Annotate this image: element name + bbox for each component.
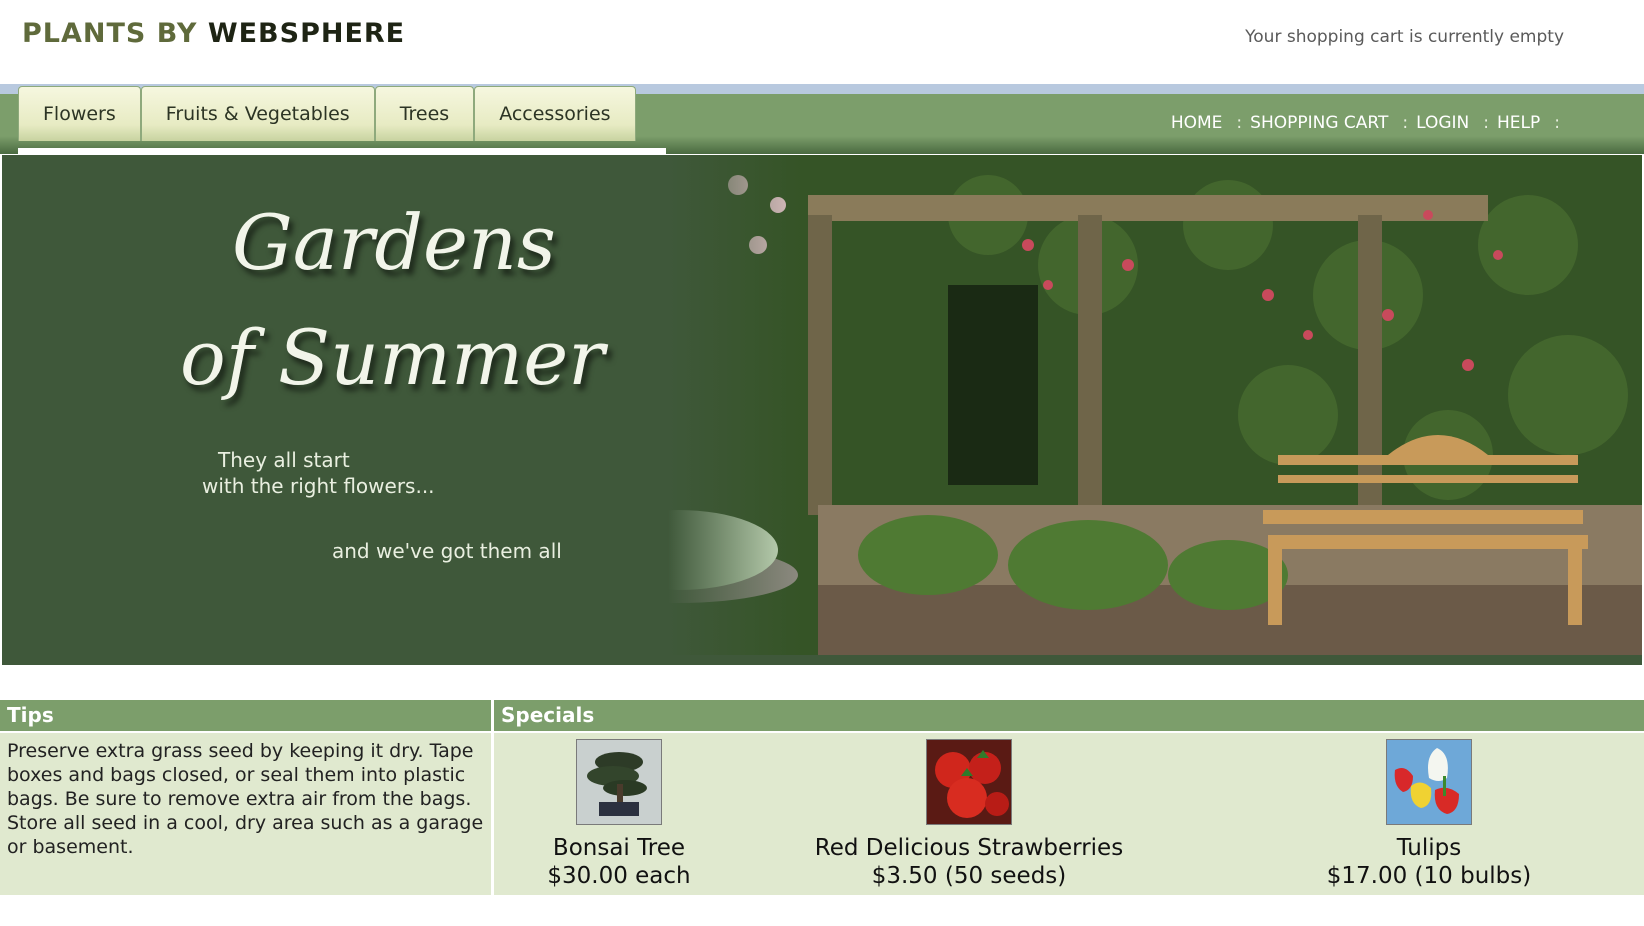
tab-accessories[interactable]: Accessories	[474, 86, 636, 141]
special-item-strawberries[interactable]: Red Delicious Strawberries $3.50 (50 see…	[814, 739, 1124, 889]
specials-heading: Specials	[494, 700, 1644, 733]
hero-tagline-line1: They all start	[218, 448, 350, 472]
category-tabs: Flowers Fruits & Vegetables Trees Access…	[18, 86, 636, 154]
tab-trees[interactable]: Trees	[374, 86, 475, 141]
hero-tagline: They all start with the right flowers...	[202, 447, 435, 499]
special-item-name[interactable]: Tulips	[1309, 835, 1549, 861]
tabs-underline	[18, 148, 666, 154]
nav-separator: :	[1554, 113, 1560, 133]
special-item-price: $3.50 (50 seeds)	[871, 863, 1067, 889]
nav-separator: :	[1483, 113, 1490, 133]
logo-text-websphere: WEBSPHERE	[207, 18, 406, 49]
tips-heading: Tips	[0, 700, 491, 733]
specials-panel: Specials Bonsai Tree $30.00 each Red Del…	[494, 700, 1644, 895]
tips-panel: Tips Preserve extra grass seed by keepin…	[0, 700, 491, 895]
special-item-name[interactable]: Bonsai Tree	[544, 835, 694, 861]
login-link[interactable]: LOGIN	[1416, 113, 1469, 133]
garden-photo	[668, 155, 1642, 655]
bottom-panels: Tips Preserve extra grass seed by keepin…	[0, 700, 1644, 895]
special-item-bonsai[interactable]: Bonsai Tree $30.00 each	[544, 739, 694, 889]
special-item-name[interactable]: Red Delicious Strawberries	[814, 835, 1124, 861]
hero-title-line2: of Summer	[180, 313, 605, 402]
tips-text: Preserve extra grass seed by keeping it …	[7, 740, 484, 858]
site-logo[interactable]: PLANTS BY WEBSPHERE	[22, 18, 405, 49]
hero-banner[interactable]: Gardens of Summer They all start with th…	[2, 155, 1642, 665]
special-item-price: $17.00 (10 bulbs)	[1326, 863, 1532, 889]
tab-flowers[interactable]: Flowers	[18, 86, 141, 141]
hero-tagline-line2: with the right flowers...	[202, 474, 435, 498]
utility-nav: HOME : SHOPPING CART : LOGIN : HELP :	[1171, 113, 1568, 133]
bonsai-tree-image[interactable]	[576, 739, 662, 825]
hero-tagline-2: and we've got them all	[332, 539, 562, 563]
hero-title-line1: Gardens	[232, 198, 556, 287]
tulips-image[interactable]	[1386, 739, 1472, 825]
nav-separator: :	[1236, 113, 1243, 133]
strawberries-image[interactable]	[926, 739, 1012, 825]
special-item-tulips[interactable]: Tulips $17.00 (10 bulbs)	[1309, 739, 1549, 889]
help-link[interactable]: HELP	[1497, 113, 1540, 133]
home-link[interactable]: HOME	[1171, 113, 1223, 133]
tab-fruits-vegetables[interactable]: Fruits & Vegetables	[140, 86, 375, 141]
shopping-cart-link[interactable]: SHOPPING CART	[1250, 113, 1388, 133]
cart-status-text: Your shopping cart is currently empty	[1245, 27, 1564, 47]
special-item-price: $30.00 each	[547, 863, 691, 889]
nav-separator: :	[1402, 113, 1409, 133]
logo-text-plants-by: PLANTS BY	[22, 18, 208, 49]
